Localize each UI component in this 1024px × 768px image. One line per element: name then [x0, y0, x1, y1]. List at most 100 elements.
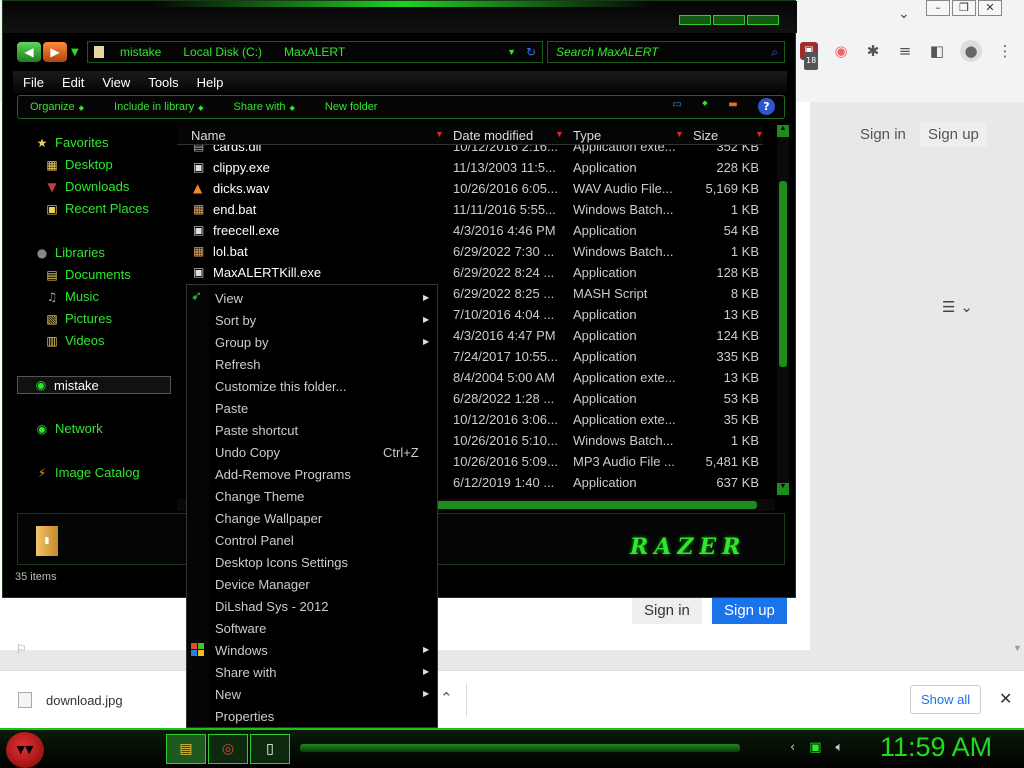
include-in-library-button[interactable]: Include in library ◆: [114, 101, 203, 113]
menu-file[interactable]: File: [23, 75, 44, 90]
clock[interactable]: 11:59 AM: [880, 732, 992, 763]
date-filter-icon[interactable]: ▼: [555, 129, 564, 139]
explorer-close-button[interactable]: [747, 15, 779, 25]
context-menu-item-change-theme[interactable]: Change Theme: [187, 485, 437, 507]
puzzle-icon[interactable]: ✱: [864, 42, 882, 60]
nav-videos[interactable]: ▥ Videos: [45, 333, 104, 348]
hamburger-menu-icon[interactable]: ☰ ⌄: [942, 298, 973, 316]
breadcrumb-item[interactable]: MaxALERT: [284, 45, 345, 59]
tray-arrow-icon[interactable]: ‹: [790, 740, 795, 755]
close-download-bar-icon[interactable]: ✕: [999, 689, 1012, 708]
context-menu-item-refresh[interactable]: Refresh: [187, 353, 437, 375]
kebab-menu-icon[interactable]: ⋮: [996, 42, 1014, 60]
context-menu-item-paste-shortcut[interactable]: Paste shortcut: [187, 419, 437, 441]
forward-arrow-icon[interactable]: ▶: [43, 42, 67, 62]
translate-icon[interactable]: ◉: [832, 42, 850, 60]
context-menu-item-dilshad-sys-2012[interactable]: DiLshad Sys - 2012: [187, 595, 437, 617]
notepad-icon[interactable]: ▯: [250, 734, 290, 764]
size-filter-icon[interactable]: ▼: [755, 129, 764, 139]
context-menu-item-new[interactable]: New ▶: [187, 683, 437, 705]
scroll-down-arrow-icon[interactable]: ▼: [1013, 643, 1022, 653]
close-icon[interactable]: ✕: [978, 0, 1002, 16]
explorer-minimize-button[interactable]: [679, 15, 711, 25]
sign-up-button-bottom[interactable]: Sign up: [712, 597, 787, 624]
chrome-icon[interactable]: ◎: [208, 734, 248, 764]
context-menu-item-add-remove-programs[interactable]: Add-Remove Programs: [187, 463, 437, 485]
start-button-angry-bird-icon[interactable]: ▼▼: [6, 732, 44, 768]
download-item[interactable]: download.jpg: [18, 692, 123, 708]
table-row[interactable]: ▦ end.bat 11/11/2016 5:55... Windows Batch.…: [177, 199, 763, 220]
nav-image-catalog[interactable]: ⚡ Image Catalog: [35, 465, 140, 480]
context-menu-item-customize-this-folder[interactable]: Customize this folder...: [187, 375, 437, 397]
context-menu-item-group-by[interactable]: Group by ▶: [187, 331, 437, 353]
column-name[interactable]: Name: [191, 128, 226, 143]
extension-badge-icon[interactable]: ▣ 18: [800, 42, 819, 70]
context-menu-item-properties[interactable]: Properties: [187, 705, 437, 727]
context-menu-item-windows[interactable]: Windows ▶: [187, 639, 437, 661]
change-view-icon[interactable]: ▭: [670, 99, 684, 111]
side-panel-icon[interactable]: ◧: [928, 42, 946, 60]
breadcrumb-item[interactable]: Local Disk (C:): [183, 45, 262, 59]
sign-in-button-bottom[interactable]: Sign in: [632, 597, 702, 624]
share-with-button[interactable]: Share with ◆: [234, 101, 295, 113]
table-row[interactable]: ▣ clippy.exe 11/13/2003 11:5... Application…: [177, 157, 763, 178]
context-menu-item-sort-by[interactable]: Sort by ▶: [187, 309, 437, 331]
sign-up-button[interactable]: Sign up: [920, 122, 987, 147]
flag-icon[interactable]: ⚐: [16, 642, 27, 656]
minimize-icon[interactable]: –: [926, 0, 950, 16]
restore-icon[interactable]: ❐: [952, 0, 976, 16]
table-row[interactable]: ▤ cards.dll 10/12/2016 2:16... Application …: [177, 145, 763, 157]
battery-icon[interactable]: ▣: [809, 740, 821, 755]
menu-view[interactable]: View: [102, 75, 130, 90]
nav-recent-places[interactable]: ▣ Recent Places: [45, 201, 149, 216]
column-date[interactable]: Date modified: [453, 128, 533, 143]
scroll-thumb[interactable]: [779, 181, 787, 367]
organize-button[interactable]: Organize ◆: [30, 101, 84, 113]
view-dropdown-icon[interactable]: ◆: [698, 99, 712, 111]
preview-pane-icon[interactable]: ▬: [726, 99, 740, 111]
table-row[interactable]: ▣ MaxALERTKill.exe 6/29/2022 8:24 ... Appli…: [177, 262, 763, 283]
context-menu-item-device-manager[interactable]: Device Manager: [187, 573, 437, 595]
history-dropdown-icon[interactable]: ▼: [71, 47, 79, 58]
nav-desktop[interactable]: ▦ Desktop: [45, 157, 112, 172]
table-row[interactable]: ▣ freecell.exe 4/3/2016 4:46 PM Application…: [177, 220, 763, 241]
context-menu-item-software[interactable]: Software: [187, 617, 437, 639]
column-type[interactable]: Type: [573, 128, 601, 143]
tab-search-chevron-icon[interactable]: ⌄: [898, 6, 910, 22]
menu-tools[interactable]: Tools: [148, 75, 178, 90]
nav-pictures[interactable]: ▧ Pictures: [45, 311, 112, 326]
table-row[interactable]: ▲ dicks.wav 10/26/2016 6:05... WAV Audio Fi…: [177, 178, 763, 199]
context-menu-item-control-panel[interactable]: Control Panel: [187, 529, 437, 551]
address-dropdown-icon[interactable]: ▼: [507, 47, 516, 57]
volume-icon[interactable]: 🔈︎: [836, 740, 844, 755]
breadcrumb[interactable]: mistake Local Disk (C:) MaxALERT ▼ ↻: [87, 41, 543, 63]
nav-libraries[interactable]: ● Libraries: [35, 245, 105, 260]
breadcrumb-item[interactable]: mistake: [120, 45, 161, 59]
nav-documents[interactable]: ▤ Documents: [45, 267, 130, 282]
new-folder-button[interactable]: New folder: [325, 101, 378, 113]
context-menu-item-desktop-icons-settings[interactable]: Desktop Icons Settings: [187, 551, 437, 573]
menu-edit[interactable]: Edit: [62, 75, 84, 90]
context-menu-item-undo-copy[interactable]: Undo Copy Ctrl+Z: [187, 441, 437, 463]
refresh-icon[interactable]: ↻: [526, 45, 536, 59]
explorer-icon[interactable]: ▤: [166, 734, 206, 764]
explorer-maximize-button[interactable]: [713, 15, 745, 25]
table-row[interactable]: ▦ lol.bat 6/29/2022 7:30 ... Windows Batch.…: [177, 241, 763, 262]
menu-help[interactable]: Help: [197, 75, 224, 90]
context-menu-item-paste[interactable]: Paste: [187, 397, 437, 419]
nav-music[interactable]: ♫ Music: [45, 289, 99, 304]
scroll-up-arrow[interactable]: ▲: [777, 125, 789, 137]
help-icon[interactable]: ?: [758, 98, 775, 115]
nav-mistake[interactable]: ◉ mistake: [17, 376, 171, 394]
search-icon[interactable]: ⌕: [771, 45, 778, 60]
scroll-down-arrow[interactable]: ▼: [777, 483, 789, 495]
context-menu-item-change-wallpaper[interactable]: Change Wallpaper: [187, 507, 437, 529]
column-size[interactable]: Size: [693, 128, 718, 143]
media-queue-icon[interactable]: ≡: [896, 42, 914, 60]
show-all-button[interactable]: Show all: [910, 685, 982, 714]
context-menu-item-share-with[interactable]: Share with ▶: [187, 661, 437, 683]
nav-favorites[interactable]: ★ Favorites: [35, 135, 109, 150]
nav-network[interactable]: ◉ Network: [35, 421, 103, 436]
search-input[interactable]: Search MaxALERT ⌕: [547, 41, 785, 63]
sign-in-link[interactable]: Sign in: [860, 126, 906, 143]
